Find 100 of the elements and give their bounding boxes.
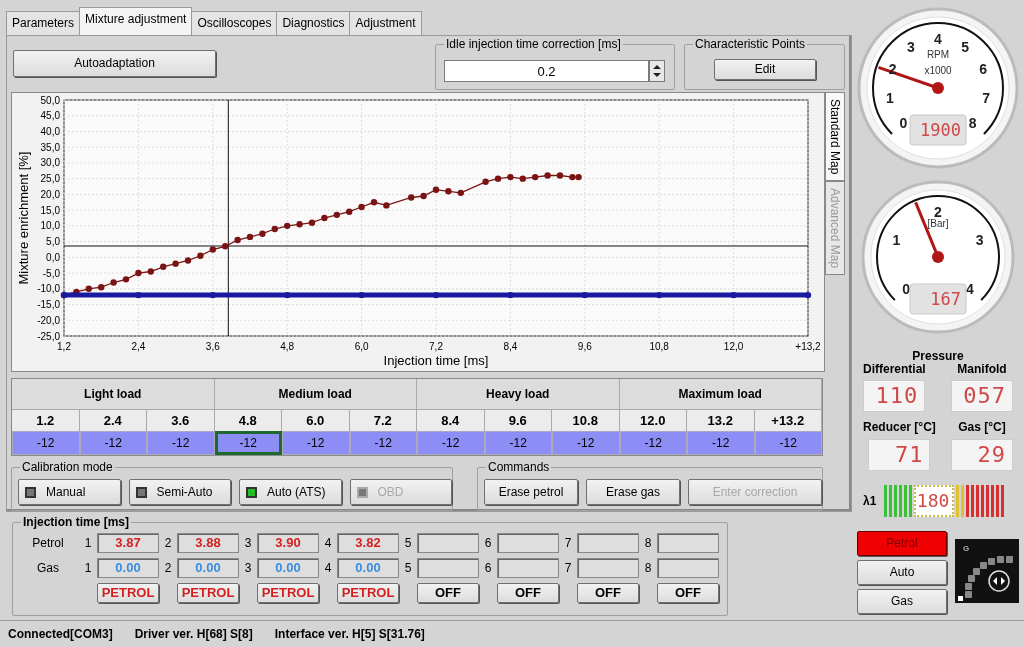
injection-readout: 3.87: [97, 533, 159, 553]
gauge-scale-label: 3: [906, 39, 915, 56]
table-cell[interactable]: -12: [687, 431, 755, 455]
column-heading: 10.8: [552, 409, 620, 431]
data-point: [73, 288, 80, 296]
readout-label: Manifold: [957, 362, 1007, 377]
tab[interactable]: Mixture adjustment: [79, 7, 193, 35]
data-point: [296, 221, 303, 228]
section-title: Pressure: [912, 350, 964, 362]
data-point: [308, 219, 316, 226]
channel-number: 3: [244, 560, 252, 575]
table-cell[interactable]: -12: [282, 431, 350, 455]
column-heading: 3.6: [147, 409, 215, 431]
column-heading: 1.2: [12, 409, 80, 431]
column-heading: Heavy load: [417, 379, 620, 409]
axis-tick-label: 0,0: [46, 251, 60, 263]
lambda-reading: 180: [916, 489, 950, 511]
status-button[interactable]: PETROL: [337, 583, 399, 603]
data-point: [432, 186, 440, 193]
injection-readout: [417, 558, 479, 578]
column-heading: +13.2: [754, 409, 822, 431]
channel-number: 2: [164, 535, 172, 550]
table-cell[interactable]: -12: [754, 431, 822, 455]
data-point: [333, 211, 340, 219]
axis-tick-label: -15,0: [37, 299, 60, 311]
gauge-scale-label: 0: [902, 280, 911, 297]
data-point: [122, 276, 130, 283]
edit-button[interactable]: Edit: [714, 59, 816, 80]
injection-readout: 0.00: [337, 558, 399, 578]
data-point: [656, 291, 663, 299]
gauge-scale-label: 4: [965, 280, 974, 297]
axis-title: Injection time [ms]: [383, 353, 489, 368]
table-cell[interactable]: -12: [349, 431, 417, 455]
injection-readout: [497, 558, 559, 578]
channel-number: 6: [484, 560, 492, 575]
fuel-button[interactable]: Gas: [857, 588, 947, 614]
injection-readout: [657, 558, 719, 578]
digital-readout: 110: [863, 380, 926, 413]
column-heading: Medium load: [214, 379, 417, 409]
table-cell[interactable]: -12: [214, 431, 282, 455]
gauge-scale-label: 6: [979, 61, 988, 78]
data-point: [271, 225, 278, 233]
axis-tick-label: 50,0: [40, 94, 60, 106]
status-button[interactable]: PETROL: [97, 583, 159, 603]
axis-tick-label: -5,0: [42, 267, 60, 279]
axis-tick-label: 30,0: [40, 157, 60, 169]
lambda-label: λ1: [863, 493, 877, 508]
data-point: [197, 252, 204, 259]
data-point: [135, 291, 142, 299]
axis-tick-label: 20,0: [40, 188, 60, 200]
axis-tick-label: 9,6: [577, 341, 592, 352]
channel-number: 8: [644, 535, 652, 550]
digital-readout: 71: [868, 438, 931, 471]
status-button[interactable]: OFF: [497, 583, 559, 603]
data-point: [408, 194, 415, 201]
table-cell[interactable]: -12: [552, 431, 620, 455]
gauge-scale-label: 3: [975, 231, 984, 248]
status-button[interactable]: PETROL: [177, 583, 239, 603]
command-button[interactable]: Erase petrol: [484, 479, 578, 505]
data-point: [358, 291, 365, 299]
table-cell[interactable]: -12: [147, 431, 215, 455]
axis-tick-label: 3,6: [205, 341, 220, 352]
tab[interactable]: Adjustment: [349, 11, 422, 35]
fuel-button[interactable]: Auto: [857, 559, 947, 585]
injection-readout: 3.90: [257, 533, 319, 553]
tab[interactable]: Diagnostics: [276, 11, 351, 35]
table-cell[interactable]: -12: [484, 431, 552, 455]
status-button[interactable]: OFF: [577, 583, 639, 603]
injection-readout: 0.00: [177, 558, 239, 578]
tab[interactable]: Oscilloscopes: [191, 11, 278, 35]
status-text: Driver ver. H[68] S[8]: [134, 626, 253, 642]
data-point: [234, 236, 241, 244]
side-tab[interactable]: Standard Map: [825, 92, 845, 182]
tab[interactable]: Parameters: [6, 11, 81, 35]
data-point: [507, 291, 514, 299]
table-cell[interactable]: -12: [12, 431, 80, 455]
axis-tick-label: 8,4: [503, 341, 518, 352]
command-button[interactable]: Erase gas: [586, 479, 680, 505]
data-point: [432, 291, 440, 299]
spin-buttons[interactable]: [649, 60, 665, 82]
readout-display: [909, 114, 967, 146]
status-button[interactable]: OFF: [417, 583, 479, 603]
channel-number: 5: [404, 535, 412, 550]
group-title: Injection time [ms]: [21, 515, 131, 530]
autoadaptation-button[interactable]: Autoadaptation: [13, 50, 216, 77]
mode-button[interactable]: Manual: [18, 479, 121, 505]
data-point: [507, 173, 514, 181]
column-heading: 9.6: [484, 409, 552, 431]
table-cell[interactable]: -12: [79, 431, 147, 455]
mode-button[interactable]: Auto (ATS): [239, 479, 342, 505]
injection-readout: [577, 558, 639, 578]
table-cell[interactable]: -12: [417, 431, 485, 455]
readout-label: Differential: [863, 362, 926, 377]
mode-button[interactable]: Semi-Auto: [128, 479, 231, 505]
axis-tick-label: 35,0: [40, 141, 60, 153]
status-button[interactable]: PETROL: [257, 583, 319, 603]
number-field[interactable]: 0.2: [444, 60, 649, 82]
table-cell[interactable]: -12: [619, 431, 687, 455]
status-button[interactable]: OFF: [657, 583, 719, 603]
fuel-switch-drawing[interactable]: G: [955, 538, 1019, 603]
